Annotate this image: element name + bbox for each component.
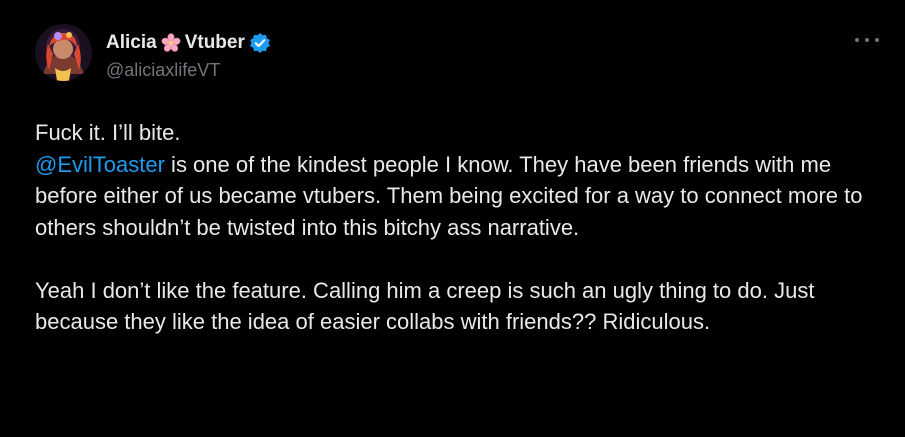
avatar[interactable]: [35, 24, 92, 81]
more-dot: [865, 38, 869, 42]
more-horizontal-icon[interactable]: [855, 30, 879, 50]
mention-link[interactable]: @EvilToaster: [35, 152, 165, 177]
tweet-line-1: Fuck it. I’ll bite.: [35, 120, 181, 145]
more-dot: [875, 38, 879, 42]
author-block: Alicia Vtuber @aliciaxlifeVT: [106, 32, 271, 81]
display-name[interactable]: Alicia: [106, 32, 157, 54]
display-name-suffix[interactable]: Vtuber: [185, 32, 245, 54]
cherry-blossom-icon: [161, 33, 181, 53]
handle[interactable]: @aliciaxlifeVT: [106, 60, 271, 81]
tweet-card: Alicia Vtuber @aliciaxlifeVT Fuck it. I’…: [0, 0, 905, 437]
verified-badge-icon[interactable]: [249, 32, 271, 54]
more-dot: [855, 38, 859, 42]
tweet-paragraph-1: @EvilToaster is one of the kindest peopl…: [35, 149, 880, 244]
tweet-paragraph-2: Yeah I don’t like the feature. Calling h…: [35, 277, 815, 335]
display-name-row[interactable]: Alicia Vtuber: [106, 32, 271, 54]
tweet-text: Fuck it. I’ll bite. @EvilToaster is one …: [35, 117, 880, 338]
tweet-header: Alicia Vtuber @aliciaxlifeVT: [35, 24, 870, 88]
